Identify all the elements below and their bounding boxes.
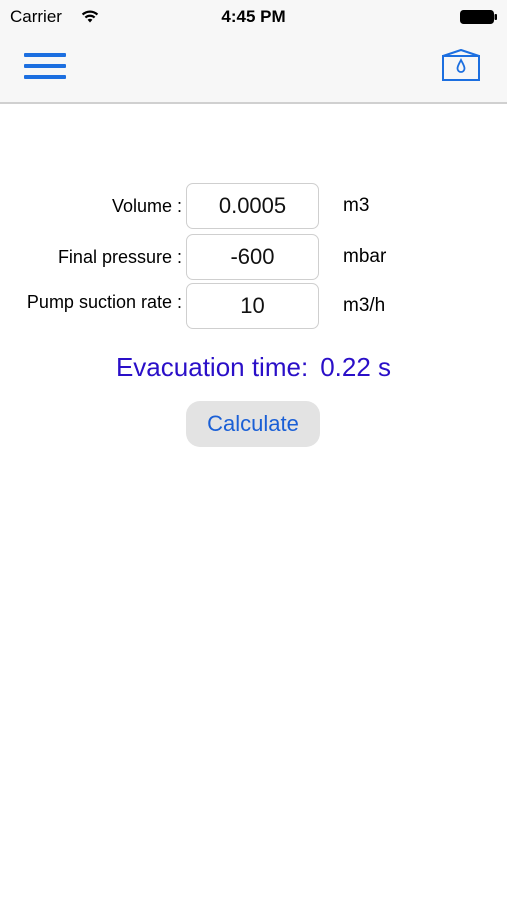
volume-unit: m3 — [343, 195, 370, 216]
volume-input[interactable] — [186, 183, 319, 229]
final-pressure-label: Final pressure : — [57, 247, 182, 267]
evacuation-time-label: Evacuation time: — [115, 352, 309, 382]
pump-suction-rate-label: Pump suction rate : — [26, 292, 182, 312]
pump-suction-rate-unit: m3/h — [343, 295, 386, 316]
water-tank-icon[interactable] — [440, 48, 482, 82]
evacuation-time-value: 0.22 s — [320, 352, 392, 382]
hamburger-menu-icon[interactable] — [24, 50, 66, 82]
battery-icon — [460, 10, 497, 24]
pump-suction-rate-input[interactable] — [186, 283, 319, 329]
final-pressure-input[interactable] — [186, 234, 319, 280]
final-pressure-row: Final pressure : mbar — [0, 234, 507, 280]
clock-time: 4:45 PM — [221, 7, 286, 26]
final-pressure-unit: mbar — [343, 246, 387, 267]
status-bar: Carrier 4:45 PM — [0, 0, 507, 34]
pump-suction-rate-row: Pump suction rate : m3/h — [0, 283, 507, 329]
calculate-button[interactable]: Calculate — [186, 401, 320, 447]
volume-label: Volume : — [111, 196, 182, 216]
navigation-bar — [0, 34, 507, 104]
volume-row: Volume : m3 — [0, 183, 507, 229]
evacuation-time-result: Evacuation time: 0.22 s — [0, 352, 507, 383]
